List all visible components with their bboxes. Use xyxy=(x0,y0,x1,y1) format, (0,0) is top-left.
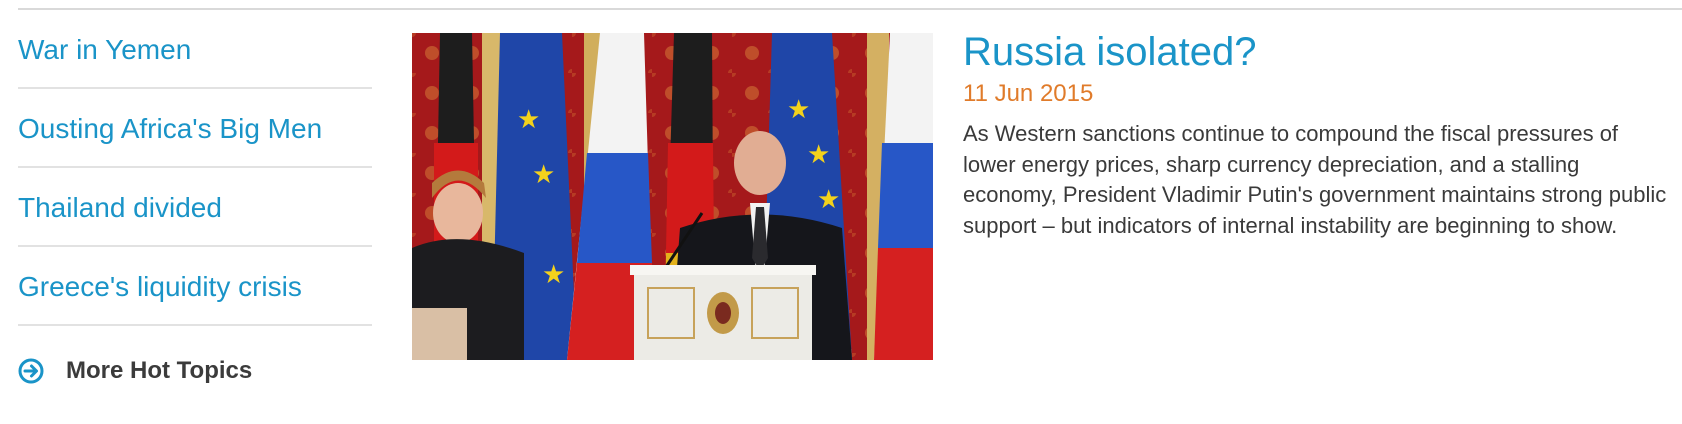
topic-link-ousting-africas-big-men[interactable]: Ousting Africa's Big Men xyxy=(18,89,372,168)
svg-text:★: ★ xyxy=(787,95,810,125)
topic-link-war-in-yemen[interactable]: War in Yemen xyxy=(18,10,372,89)
svg-text:★: ★ xyxy=(542,260,565,290)
feature-article: Russia isolated? 11 Jun 2015 As Western … xyxy=(963,29,1673,263)
feature-photo[interactable]: ★ ★ ★ ★ ★ ★ xyxy=(412,33,933,360)
topic-link-greeces-liquidity-crisis[interactable]: Greece's liquidity crisis xyxy=(18,247,372,326)
article-title-link[interactable]: Russia isolated? xyxy=(963,29,1673,75)
svg-text:★: ★ xyxy=(817,185,840,215)
more-hot-topics-link[interactable]: More Hot Topics xyxy=(18,357,252,385)
svg-text:★: ★ xyxy=(532,160,555,190)
topic-link-thailand-divided[interactable]: Thailand divided xyxy=(18,168,372,247)
press-conference-photo: ★ ★ ★ ★ ★ ★ xyxy=(412,33,933,360)
more-hot-topics-label: More Hot Topics xyxy=(66,357,253,384)
svg-text:★: ★ xyxy=(517,105,540,135)
svg-text:★: ★ xyxy=(807,140,830,170)
article-summary: As Western sanctions continue to compoun… xyxy=(963,121,1667,238)
arrow-circle-right-icon xyxy=(18,358,44,384)
article-date: 11 Jun 2015 xyxy=(963,80,1094,107)
hot-topics-sidebar: War in Yemen Ousting Africa's Big Men Th… xyxy=(18,10,372,384)
